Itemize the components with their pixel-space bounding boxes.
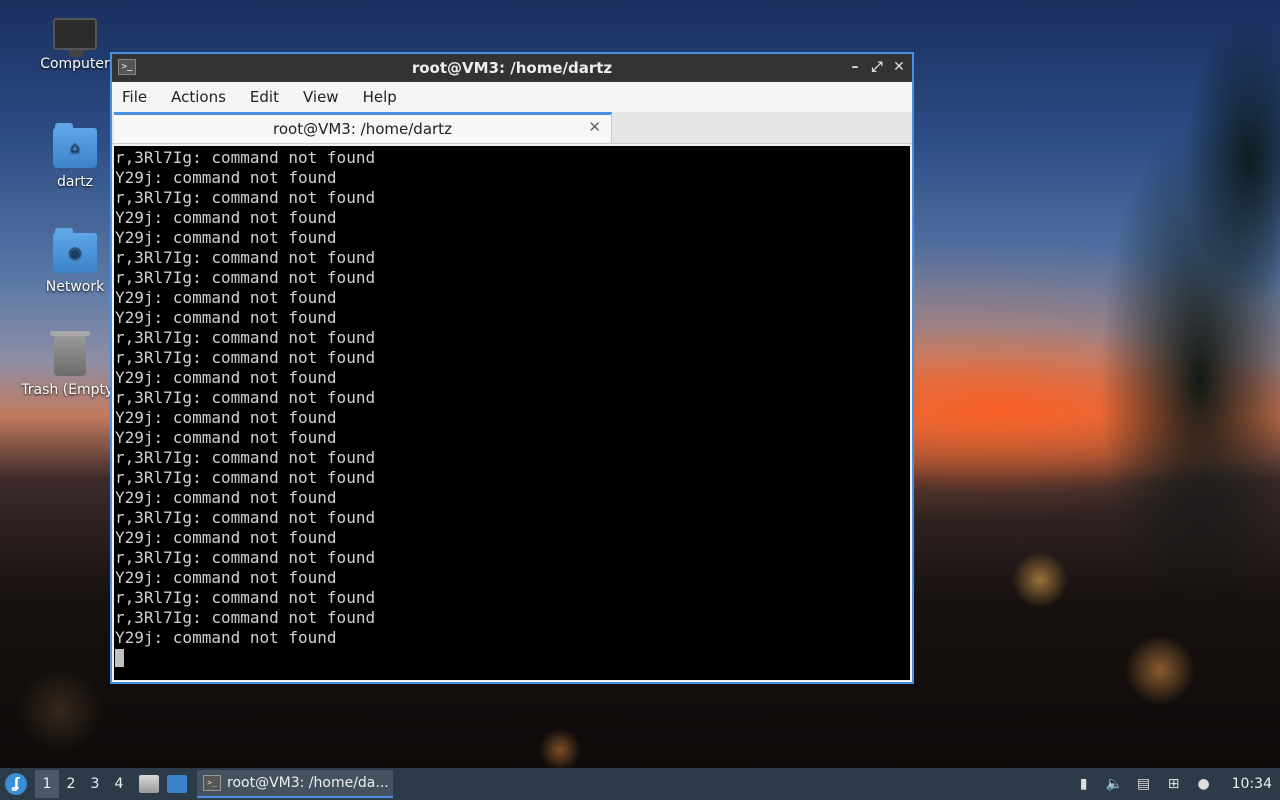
clock[interactable]: 10:34 (1232, 776, 1272, 792)
terminal-line: Y29j: command not found (115, 228, 337, 247)
terminal-line: r,3Rl7Ig: command not found (115, 588, 376, 607)
app-menu-icon[interactable]: ʆ (5, 773, 27, 795)
maximize-icon[interactable]: ⤢ (870, 58, 884, 76)
workspace-4[interactable]: 4 (107, 770, 131, 798)
terminal-line: r,3Rl7Ig: command not found (115, 468, 376, 487)
system-tray: ▮ 🔈 ▤ ⊞ ● 10:34 (1076, 776, 1280, 792)
menu-edit[interactable]: Edit (250, 88, 279, 106)
window-titlebar[interactable]: >_ root@VM3: /home/dartz – ⤢ ✕ (112, 54, 912, 82)
terminal-line: r,3Rl7Ig: command not found (115, 508, 376, 527)
workspace-1[interactable]: 1 (35, 770, 59, 798)
terminal-line: Y29j: command not found (115, 208, 337, 227)
trash-icon (50, 331, 90, 376)
terminal-icon: >_ (203, 775, 221, 791)
tab-label: root@VM3: /home/dartz (273, 120, 452, 138)
terminal-line: r,3Rl7Ig: command not found (115, 388, 376, 407)
workspace-2[interactable]: 2 (59, 770, 83, 798)
taskbar-task-label: root@VM3: /home/da... (227, 775, 389, 791)
terminal-line: r,3Rl7Ig: command not found (115, 188, 376, 207)
terminal-tab[interactable]: root@VM3: /home/dartz ✕ (114, 112, 612, 143)
terminal-line: Y29j: command not found (115, 628, 337, 647)
volume-icon[interactable]: 🔈 (1106, 776, 1123, 792)
battery-icon[interactable]: ▮ (1076, 776, 1092, 792)
terminal-line: Y29j: command not found (115, 528, 337, 547)
network-folder-icon: ◉ (53, 228, 97, 273)
terminal-icon[interactable]: >_ (118, 59, 136, 75)
terminal-line: Y29j: command not found (115, 568, 337, 587)
show-desktop-icon[interactable] (167, 775, 187, 793)
terminal-line: Y29j: command not found (115, 408, 337, 427)
notification-icon[interactable]: ● (1196, 776, 1212, 792)
clipboard-icon[interactable]: ▤ (1136, 776, 1152, 792)
menu-help[interactable]: Help (363, 88, 397, 106)
terminal-line: Y29j: command not found (115, 428, 337, 447)
terminal-line: r,3Rl7Ig: command not found (115, 348, 376, 367)
wallpaper-tree (1020, 0, 1280, 770)
terminal-line: r,3Rl7Ig: command not found (115, 448, 376, 467)
terminal-line: r,3Rl7Ig: command not found (115, 248, 376, 267)
computer-icon (53, 18, 97, 57)
terminal-line: Y29j: command not found (115, 308, 337, 327)
home-folder-icon: ⌂ (53, 123, 97, 168)
terminal-line: Y29j: command not found (115, 168, 337, 187)
network-icon[interactable]: ⊞ (1166, 776, 1182, 792)
terminal-line: Y29j: command not found (115, 288, 337, 307)
minimize-icon[interactable]: – (848, 58, 862, 76)
menu-file[interactable]: File (122, 88, 147, 106)
menubar: File Actions Edit View Help (112, 82, 912, 112)
tab-close-icon[interactable]: ✕ (588, 118, 601, 136)
file-manager-icon[interactable] (139, 775, 159, 793)
terminal-line: r,3Rl7Ig: command not found (115, 328, 376, 347)
workspace-3[interactable]: 3 (83, 770, 107, 798)
terminal-line: r,3Rl7Ig: command not found (115, 148, 376, 167)
terminal-line: r,3Rl7Ig: command not found (115, 608, 376, 627)
window-title: root@VM3: /home/dartz (411, 59, 613, 77)
terminal-output[interactable]: r,3Rl7Ig: command not found Y29j: command… (114, 146, 910, 680)
terminal-line: Y29j: command not found (115, 488, 337, 507)
terminal-line: r,3Rl7Ig: command not found (115, 268, 376, 287)
taskbar: ʆ 1 2 3 4 >_ root@VM3: /home/da... ▮ 🔈 ▤… (0, 768, 1280, 800)
tab-bar: root@VM3: /home/dartz ✕ (112, 112, 912, 144)
terminal-line: Y29j: command not found (115, 368, 337, 387)
terminal-window[interactable]: >_ root@VM3: /home/dartz – ⤢ ✕ File Acti… (110, 52, 914, 684)
window-controls: – ⤢ ✕ (848, 58, 906, 76)
close-icon[interactable]: ✕ (892, 58, 906, 76)
menu-actions[interactable]: Actions (171, 88, 226, 106)
terminal-cursor (115, 649, 124, 667)
terminal-line: r,3Rl7Ig: command not found (115, 548, 376, 567)
desktop-icon-trash[interactable]: Trash (Empty) (20, 331, 120, 398)
menu-view[interactable]: View (303, 88, 339, 106)
desktop-icon-label: Trash (Empty) (21, 382, 119, 398)
taskbar-terminal-button[interactable]: >_ root@VM3: /home/da... (197, 770, 393, 798)
